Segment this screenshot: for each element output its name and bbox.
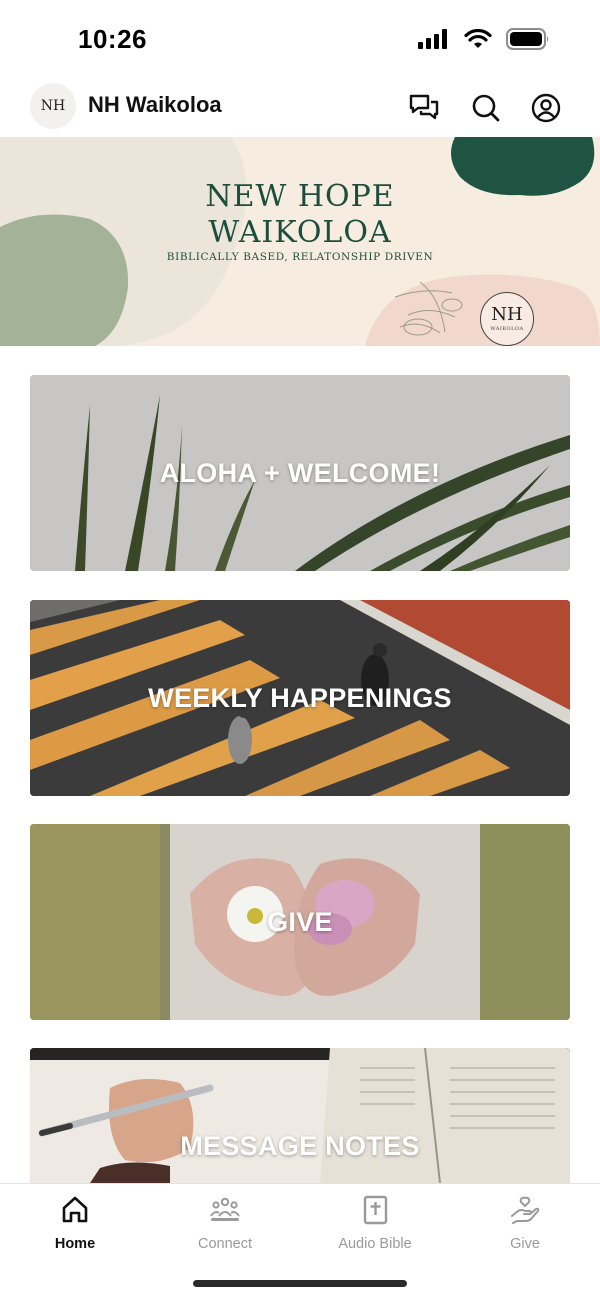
profile-button[interactable] — [526, 88, 566, 128]
tab-label: Give — [510, 1236, 540, 1252]
status-icons — [418, 28, 550, 50]
app-header: NH NH Waikoloa — [0, 80, 600, 136]
tab-label: Home — [54, 1236, 96, 1252]
profile-icon — [531, 93, 561, 123]
battery-icon — [506, 28, 549, 50]
tab-give[interactable]: Give — [450, 1184, 600, 1264]
status-time: 10:26 — [78, 24, 147, 54]
search-icon — [472, 94, 500, 122]
home-indicator[interactable] — [193, 1280, 407, 1287]
people-icon — [210, 1197, 240, 1221]
wifi-icon — [464, 29, 492, 48]
card-message-notes[interactable]: MESSAGE NOTES — [30, 1048, 570, 1183]
banner-title-line2: WAIKOLOA — [208, 215, 392, 250]
card-give[interactable]: GIVE — [30, 824, 570, 1020]
banner-mark-initials: NH — [491, 304, 523, 325]
banner-title-line1: NEW HOPE — [205, 179, 395, 214]
card-weekly-happenings[interactable]: WEEKLY HAPPENINGS — [30, 600, 570, 796]
church-logo[interactable]: NH — [30, 83, 76, 129]
chat-button[interactable] — [404, 88, 444, 128]
card-label: ALOHA + WELCOME! — [159, 457, 441, 488]
tab-home[interactable]: Home — [0, 1184, 150, 1264]
give-hand-icon — [511, 1196, 540, 1224]
tab-label: Connect — [197, 1236, 252, 1252]
card-label: GIVE — [267, 906, 333, 937]
church-banner: NEW HOPE WAIKOLOA BIBLICALLY BASED, RELA… — [0, 137, 600, 346]
tab-audio-bible[interactable]: Audio Bible — [300, 1184, 450, 1264]
banner-tagline: BIBLICALLY BASED, RELATONSHIP DRIVEN — [166, 251, 434, 263]
banner-logo-mark: NH WAIKOLOA — [480, 292, 534, 346]
card-label: MESSAGE NOTES — [180, 1130, 420, 1161]
logo-text: NH — [40, 98, 66, 114]
banner-mark-subtitle: WAIKOLOA — [490, 326, 524, 332]
status-bar: 10:26 — [0, 0, 600, 80]
bible-icon — [363, 1195, 388, 1225]
home-icon — [62, 1196, 88, 1223]
card-label: WEEKLY HAPPENINGS — [148, 682, 452, 713]
tab-label: Audio Bible — [338, 1236, 412, 1252]
chat-icon — [409, 94, 439, 120]
tab-connect[interactable]: Connect — [150, 1184, 300, 1264]
search-button[interactable] — [466, 88, 506, 128]
app-title: NH Waikoloa — [88, 92, 222, 117]
signal-icon — [418, 29, 447, 49]
card-aloha-welcome[interactable]: ALOHA + WELCOME! — [30, 375, 570, 571]
